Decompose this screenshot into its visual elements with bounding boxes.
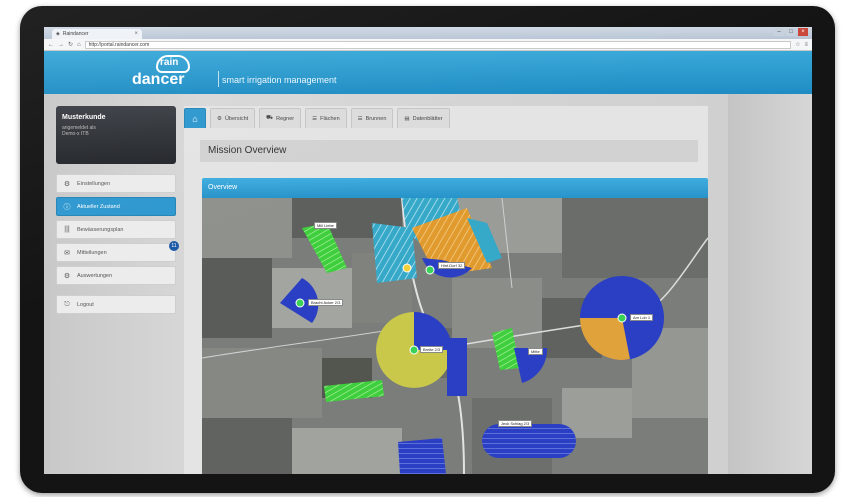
satellite-map[interactable]: Mill Liebe Hint.Dorf 32 Bracht Acker 2/3…	[202, 198, 708, 474]
browser-tabbar: ◈ Raindancer × – □ ×	[44, 27, 812, 39]
sidebar-item-reports[interactable]: ⚙ Auswertungen	[56, 266, 176, 285]
screen: ◈ Raindancer × – □ × ← → ↻ ⌂ http://port…	[44, 27, 812, 474]
tab-label: Regner	[276, 115, 295, 122]
menu-icon[interactable]: ≡	[804, 42, 808, 48]
info-icon: ⓘ	[63, 203, 71, 211]
reload-icon[interactable]: ↻	[68, 41, 73, 48]
map-label[interactable]: Mill Liebe	[314, 222, 337, 229]
list-icon: ☰	[357, 115, 363, 122]
gear-icon: ⚙	[63, 272, 71, 280]
user-name: Musterkunde	[62, 114, 106, 121]
maximize-icon[interactable]: □	[786, 28, 796, 36]
map-label[interactable]: Mitte	[528, 348, 543, 355]
map-canvas	[202, 198, 708, 474]
back-icon[interactable]: ←	[48, 42, 54, 48]
map-label[interactable]: Breite 2/3	[420, 346, 444, 353]
sidebar-item-label: Logout	[77, 301, 94, 308]
tab-overview[interactable]: ⚙ Übersicht	[210, 108, 256, 128]
tab-label: Datenblätter	[412, 115, 443, 122]
forward-icon[interactable]: →	[58, 42, 64, 48]
sidebar-item-label: Mitteilungen	[77, 249, 107, 256]
header-divider	[218, 71, 219, 87]
car-icon: ⛟	[266, 115, 274, 121]
tab-favicon-icon: ◈	[56, 31, 60, 37]
browser-tab-title: Raindancer	[62, 31, 89, 37]
tab-home[interactable]: ⌂	[184, 108, 206, 128]
page-title: Mission Overview	[200, 140, 698, 162]
logout-icon: ⎋	[64, 300, 70, 308]
tab-datasheets[interactable]: ▤ Datenblätter	[397, 108, 450, 128]
sidebar-item-logout[interactable]: ⎋ Logout	[56, 295, 176, 314]
sidebar-item-label: Einstellungen	[77, 180, 111, 187]
sidebar-item-label: Auswertungen	[77, 272, 113, 279]
app-body: Musterkunde angemeldet als Demo-x ITB ⚙ …	[44, 94, 812, 474]
main-content: ⌂ ⚙ Übersicht ⛟ Regner ☰ Flächen ☰ Brunn…	[184, 106, 708, 474]
gear-icon: ⚙	[217, 115, 222, 122]
list-icon: ☰	[312, 115, 318, 122]
sidebar-item-label: Aktueller Zustand	[77, 203, 120, 210]
sidebar-item-settings[interactable]: ⚙ Einstellungen	[56, 174, 176, 193]
logo-dancer-text: dancer	[132, 71, 185, 88]
messages-count-badge: 11	[169, 241, 179, 251]
tab-fields[interactable]: ☰ Flächen	[305, 108, 347, 128]
map-label[interactable]: Hint.Dorf 32	[438, 262, 466, 269]
tab-label: Flächen	[320, 115, 340, 122]
right-edge-background	[728, 94, 812, 474]
url-field[interactable]: http://portal.raindancer.com	[84, 40, 792, 49]
app-header: rain dancer smart irrigation management	[44, 51, 812, 94]
minimize-icon[interactable]: –	[774, 28, 784, 36]
doc-icon: ▤	[404, 115, 410, 122]
sidebar-item-irrigation-plan[interactable]: ||| Bewässerungsplan	[56, 220, 176, 239]
map-label[interactable]: Bracht Acker 2/3	[308, 299, 344, 306]
logo-rain-text: rain	[160, 57, 179, 68]
tab-sprinklers[interactable]: ⛟ Regner	[259, 108, 302, 128]
gear-icon: ⚙	[63, 180, 71, 188]
map-label[interactable]: Am Loh 1	[630, 314, 654, 321]
address-bar: ← → ↻ ⌂ http://portal.raindancer.com ☆ ≡	[44, 39, 812, 51]
sidebar-menu: ⚙ Einstellungen ⓘ Aktueller Zustand ||| …	[56, 174, 179, 314]
user-sub-line-2: Demo-x ITB	[62, 131, 89, 137]
home-icon: ⌂	[192, 113, 198, 124]
app-logo[interactable]: rain dancer	[128, 55, 218, 89]
close-window-icon[interactable]: ×	[798, 28, 808, 36]
user-card: Musterkunde angemeldet als Demo-x ITB	[56, 106, 176, 164]
app-tagline: smart irrigation management	[222, 75, 337, 85]
envelope-icon: ✉	[64, 249, 70, 257]
star-icon[interactable]: ☆	[795, 41, 800, 48]
tab-strip: ⌂ ⚙ Übersicht ⛟ Regner ☰ Flächen ☰ Brunn…	[184, 106, 708, 128]
sidebar: Musterkunde angemeldet als Demo-x ITB ⚙ …	[56, 106, 179, 318]
sidebar-item-messages[interactable]: ✉ Mitteilungen 11	[56, 241, 179, 262]
sidebar-item-current-state[interactable]: ⓘ Aktueller Zustand	[56, 197, 176, 216]
tab-label: Übersicht	[224, 115, 249, 122]
browser-tab[interactable]: ◈ Raindancer ×	[52, 29, 142, 39]
bars-icon: |||	[64, 226, 70, 233]
user-subtitle: angemeldet als Demo-x ITB	[62, 125, 170, 137]
sidebar-item-label: Bewässerungsplan	[77, 226, 124, 233]
map-label[interactable]: Jeck Schlag 2/3	[498, 420, 533, 427]
window-controls: – □ ×	[774, 28, 808, 36]
close-tab-icon[interactable]: ×	[134, 31, 138, 37]
home-nav-icon[interactable]: ⌂	[77, 42, 81, 48]
panel-title: Overview	[202, 178, 708, 198]
tab-wells[interactable]: ☰ Brunnen	[350, 108, 394, 128]
tab-label: Brunnen	[365, 115, 387, 122]
